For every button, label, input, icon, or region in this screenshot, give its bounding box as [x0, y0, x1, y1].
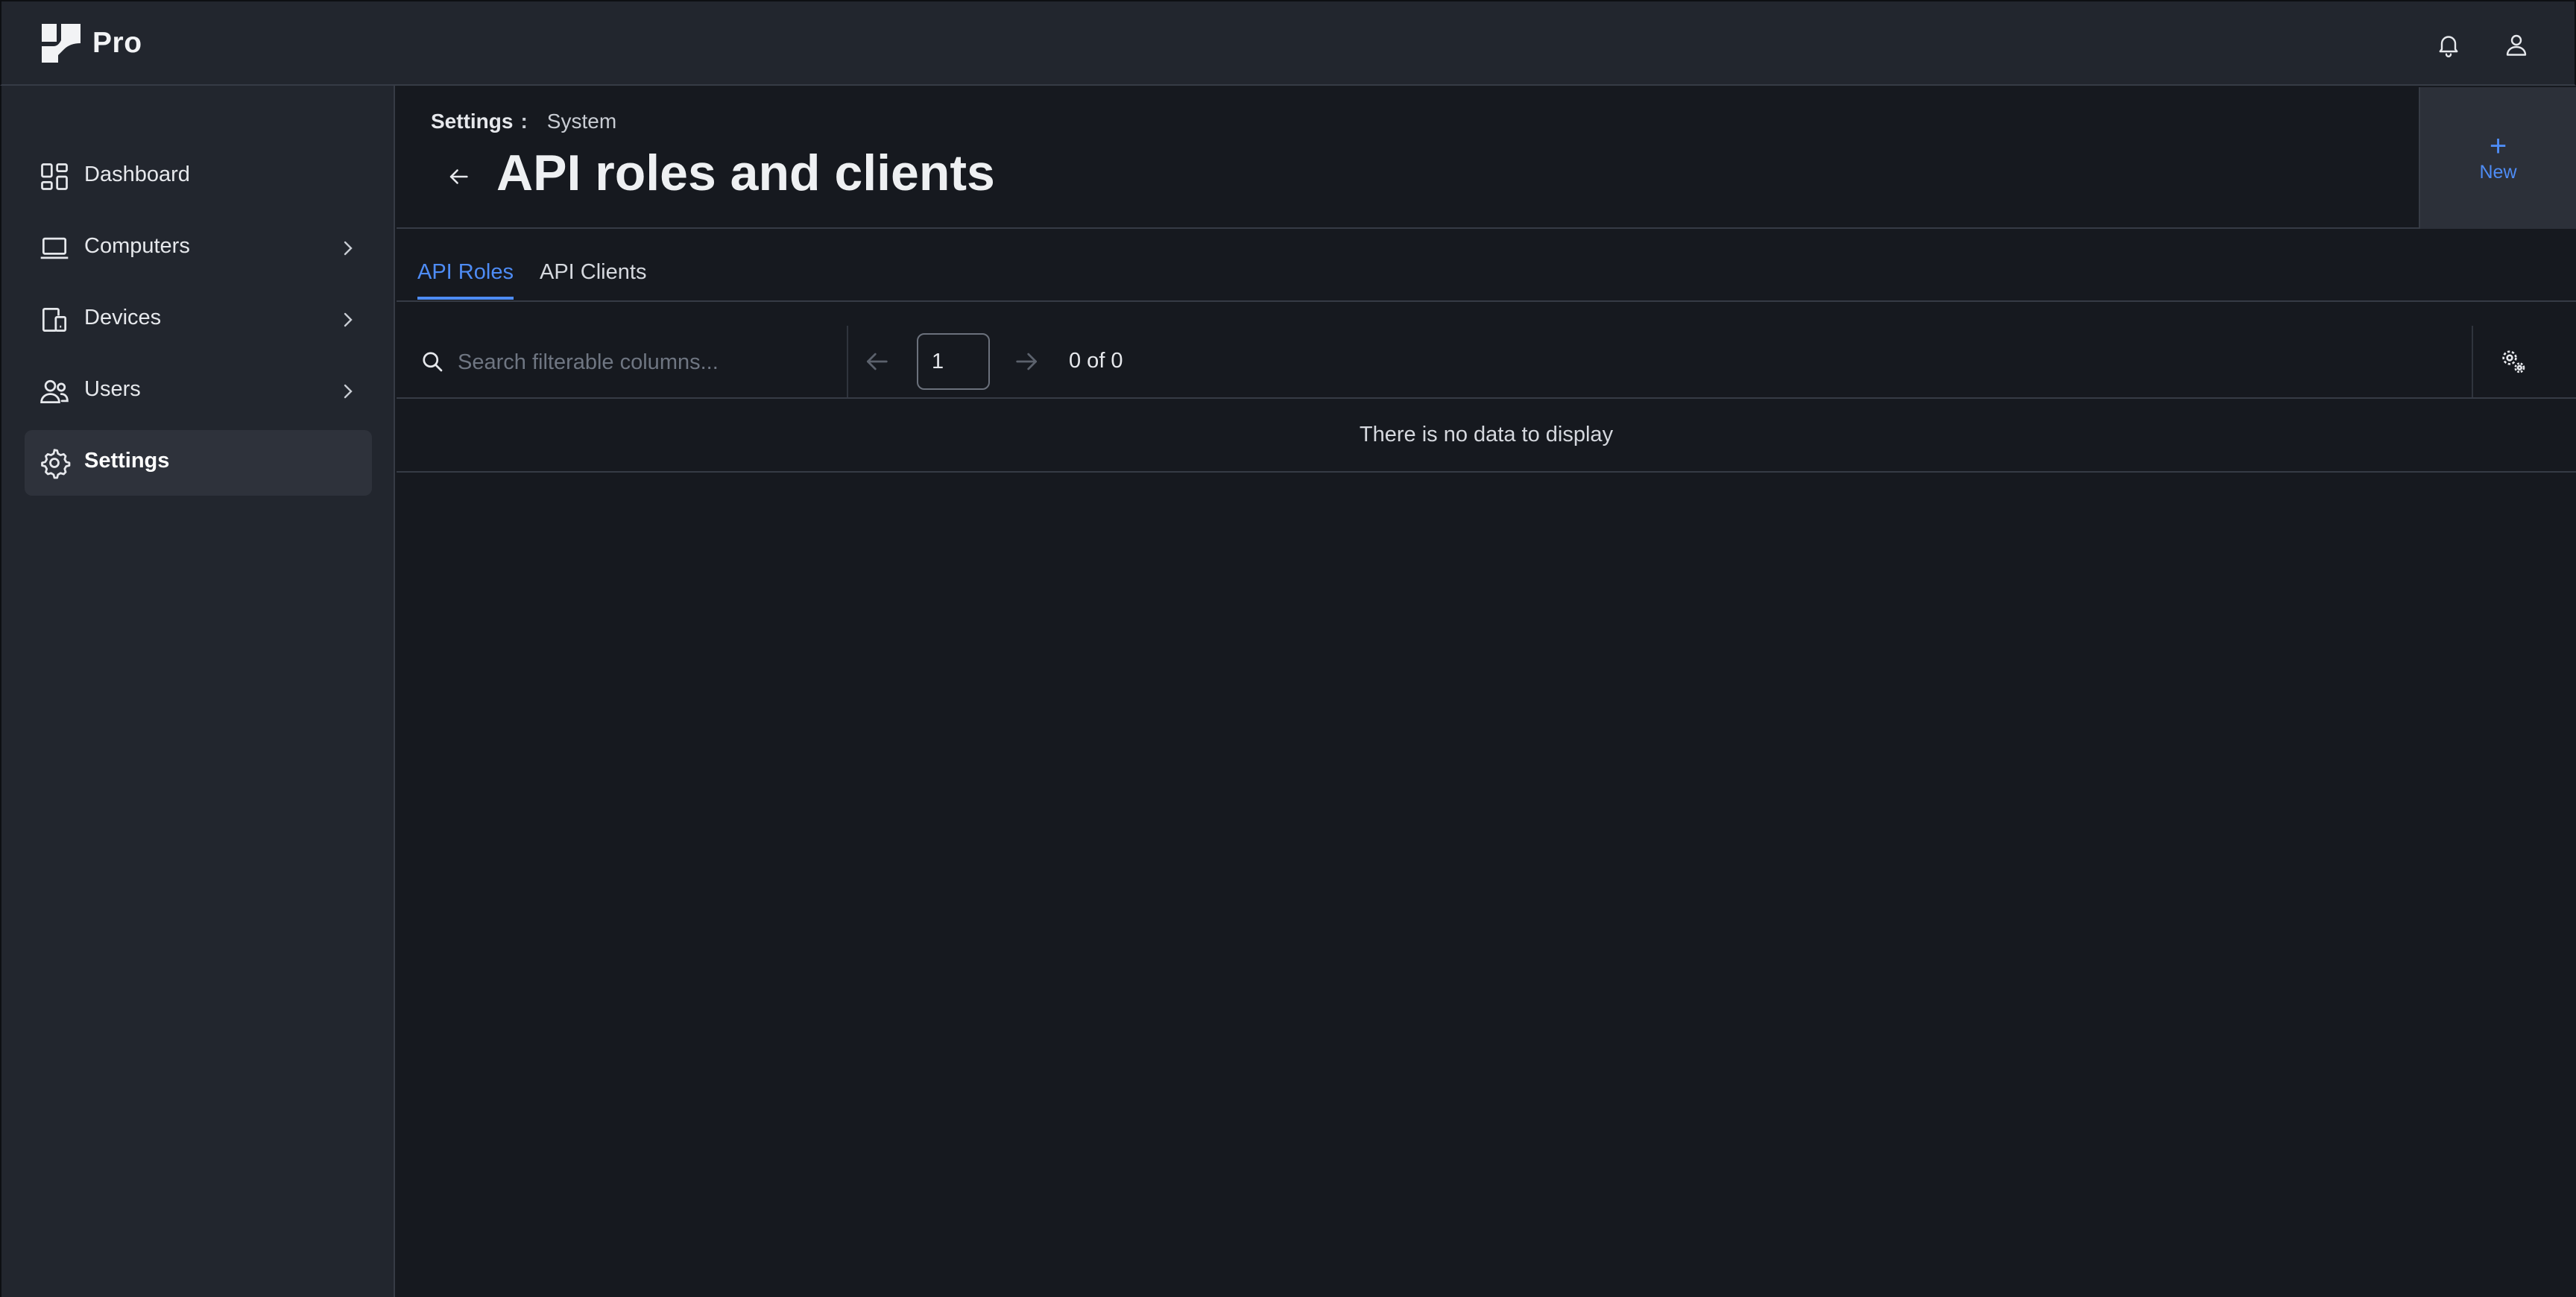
- toolbar-divider: [2472, 326, 2473, 397]
- devices-icon: [42, 307, 67, 332]
- toolbar-divider: [847, 326, 848, 397]
- profile-button[interactable]: [2498, 26, 2535, 63]
- pro-logo-icon: [42, 24, 80, 63]
- arrow-left-icon[interactable]: [862, 347, 891, 376]
- sidebar-item-label: Settings: [84, 449, 170, 473]
- sidebar-item-devices[interactable]: Devices: [25, 287, 372, 353]
- sidebar: Dashboard Computers Devices Users Settin…: [0, 86, 395, 1297]
- page-title: API roles and clients: [496, 145, 995, 201]
- brand[interactable]: Pro: [42, 24, 142, 63]
- users-icon: [40, 379, 69, 404]
- new-button-label: New: [2479, 161, 2517, 183]
- sidebar-item-dashboard[interactable]: Dashboard: [25, 144, 372, 209]
- tab-api-clients[interactable]: API Clients: [540, 260, 646, 297]
- tab-bar: API Roles API Clients: [397, 229, 2576, 302]
- search-icon: [423, 352, 443, 372]
- user-icon: [2506, 34, 2527, 56]
- sidebar-item-label: Dashboard: [84, 162, 190, 186]
- app-name: Pro: [92, 27, 142, 59]
- bell-icon: [2439, 36, 2458, 57]
- plus-icon: +: [2489, 129, 2507, 162]
- sidebar-item-label: Devices: [84, 306, 162, 329]
- dashboard-icon: [41, 163, 68, 190]
- page-number-input[interactable]: [917, 333, 990, 390]
- arrow-right-icon[interactable]: [1012, 347, 1042, 376]
- sidebar-item-computers[interactable]: Computers: [25, 215, 372, 281]
- tab-api-roles[interactable]: API Roles: [417, 260, 514, 300]
- chevron-right-icon: [344, 384, 353, 399]
- breadcrumb-root[interactable]: Settings: [431, 110, 513, 133]
- table-toolbar: 0 of 0: [397, 326, 2576, 399]
- page-header: Settings : System API roles and clients …: [397, 87, 2576, 229]
- search-input[interactable]: [458, 344, 845, 381]
- new-button[interactable]: + New: [2419, 87, 2576, 229]
- gear-icon: [41, 449, 71, 479]
- column-settings-icon[interactable]: [2498, 347, 2528, 376]
- breadcrumb-current[interactable]: System: [547, 110, 616, 133]
- laptop-icon: [40, 237, 69, 259]
- chevron-right-icon: [344, 241, 353, 256]
- breadcrumb-separator: :: [520, 110, 528, 133]
- breadcrumb: Settings : System: [431, 110, 616, 133]
- sidebar-item-users[interactable]: Users: [25, 359, 372, 424]
- page-count: 0 of 0: [1069, 349, 1123, 373]
- empty-state-row: There is no data to display: [397, 399, 2576, 473]
- empty-state-message: There is no data to display: [1359, 423, 1614, 446]
- arrow-left-icon: [449, 169, 468, 184]
- sidebar-item-settings[interactable]: Settings: [25, 430, 372, 496]
- sidebar-item-label: Users: [84, 377, 141, 401]
- back-button[interactable]: [440, 158, 477, 195]
- top-header: Pro: [0, 0, 2576, 86]
- notifications-button[interactable]: [2430, 26, 2467, 63]
- sidebar-item-label: Computers: [84, 234, 190, 258]
- chevron-right-icon: [344, 312, 353, 327]
